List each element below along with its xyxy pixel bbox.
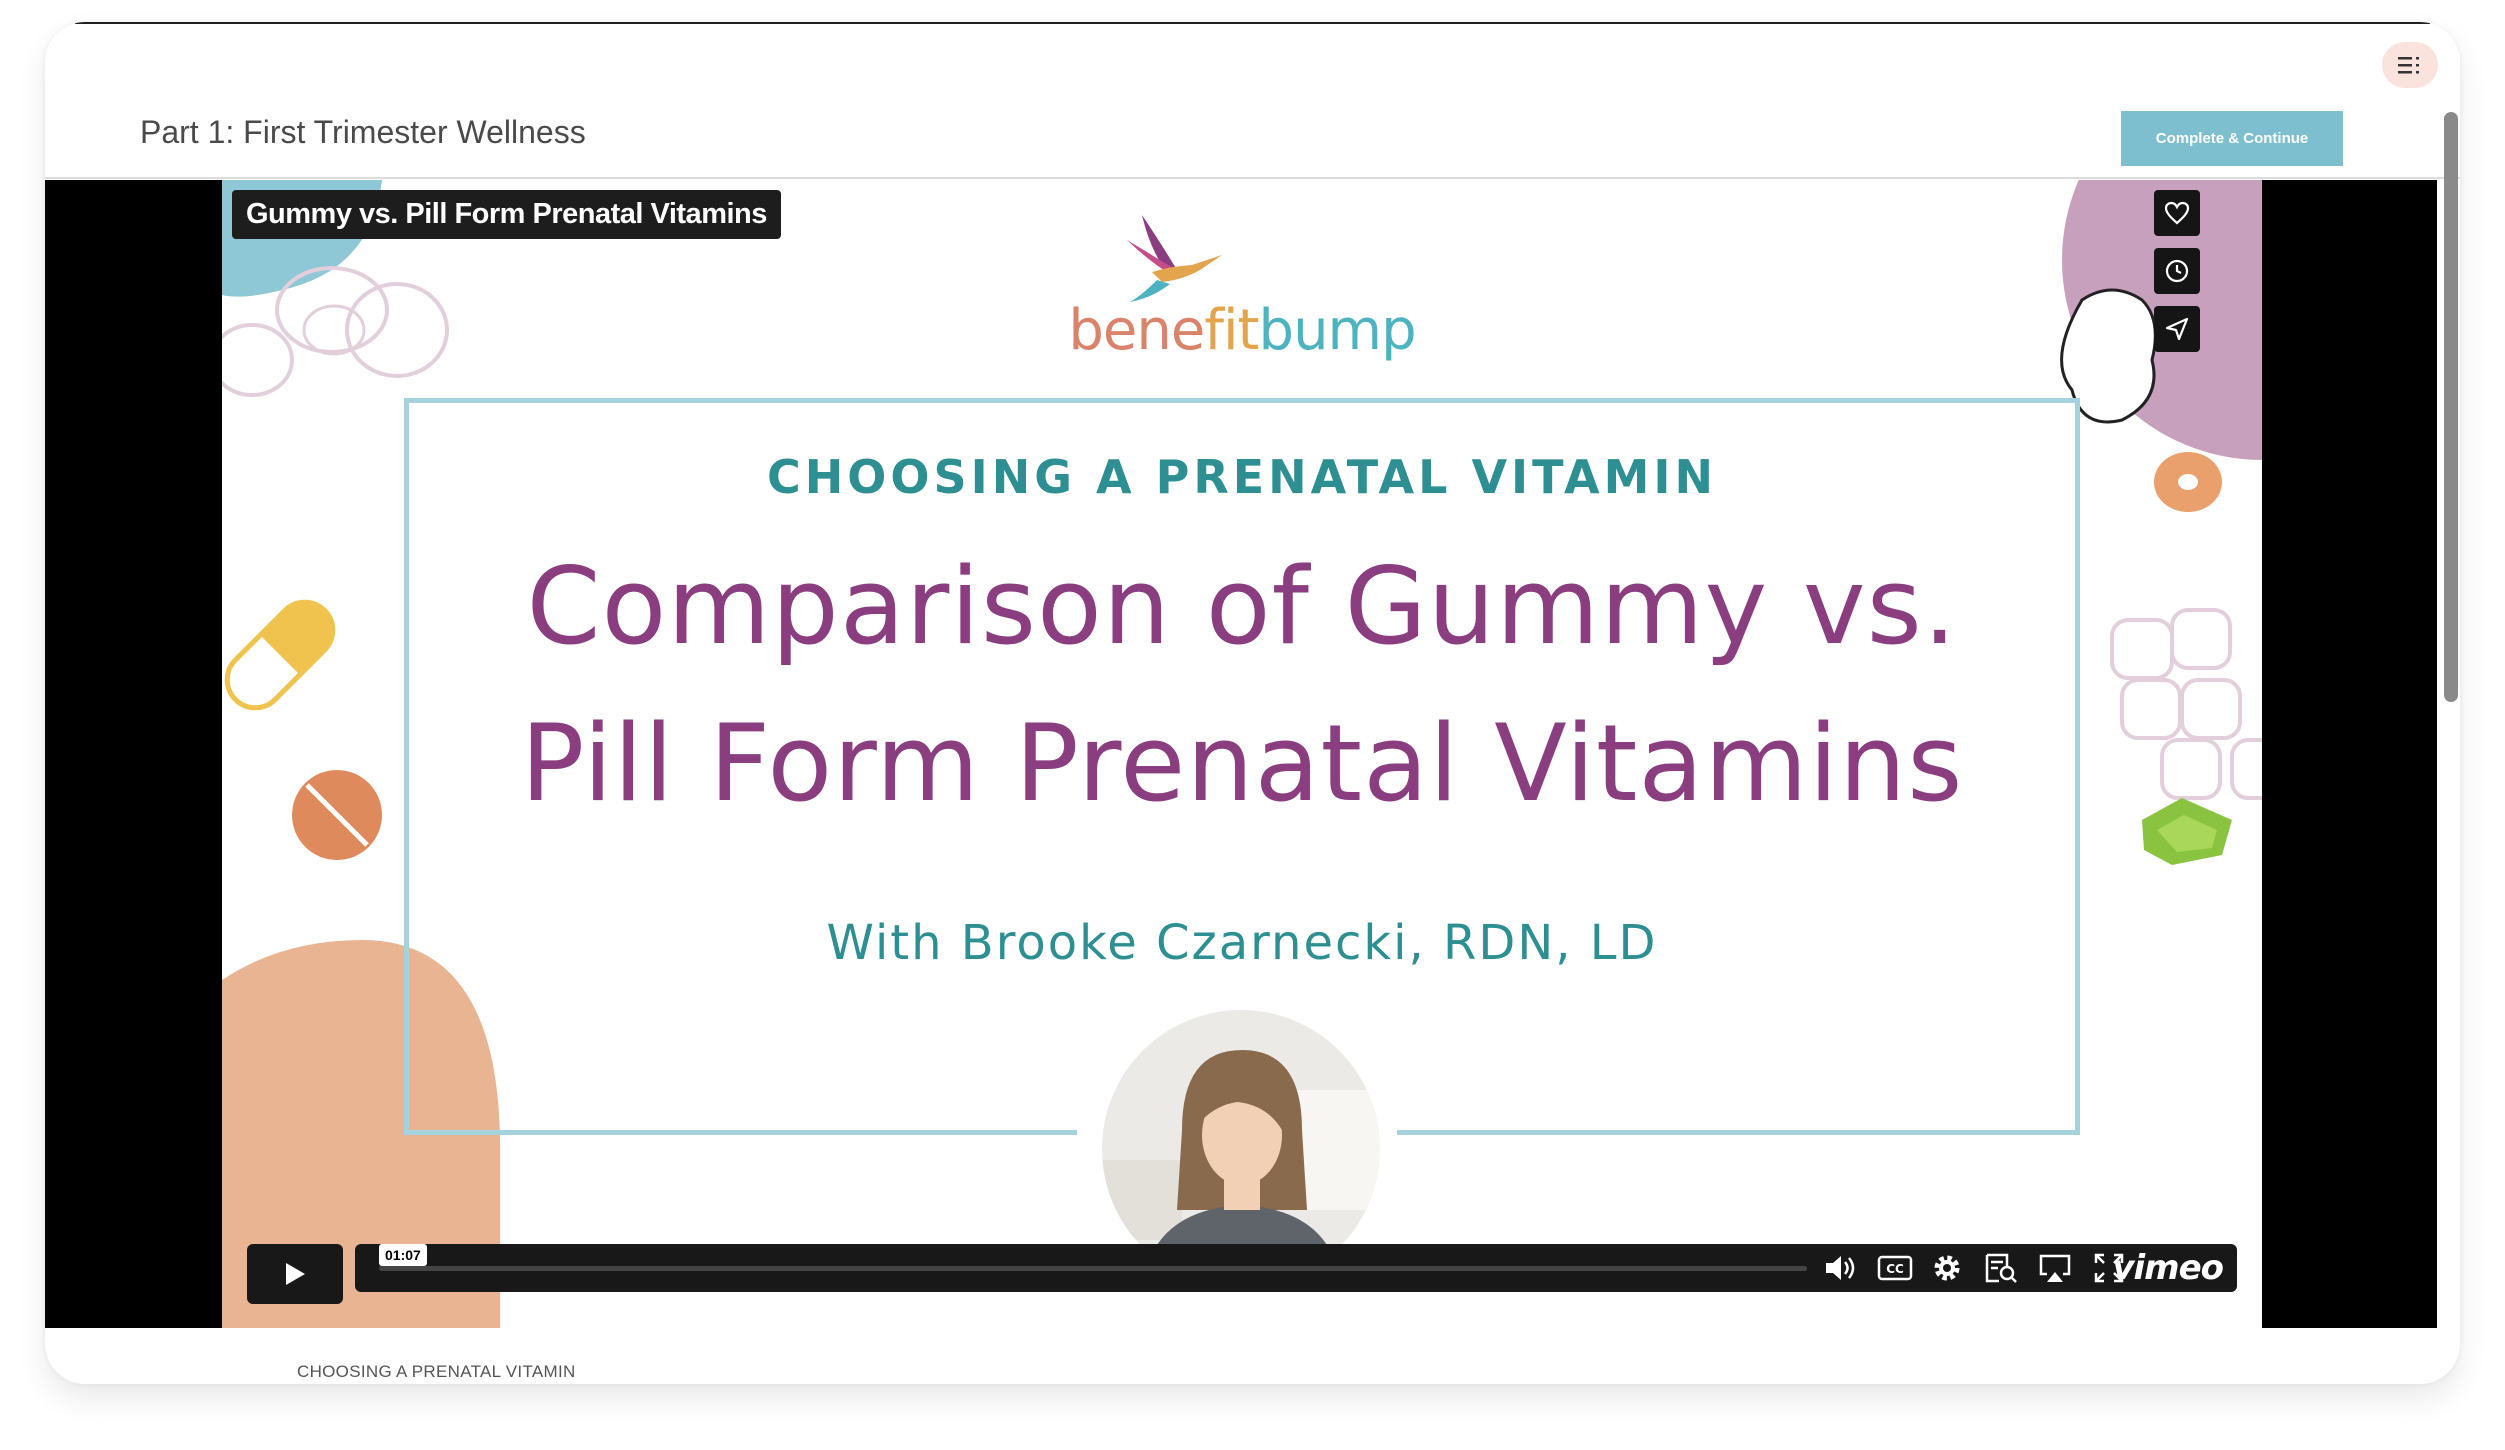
lesson-caption: CHOOSING A PRENATAL VITAMIN xyxy=(297,1362,576,1381)
brand-logo: benefitbump xyxy=(222,298,2262,363)
video-frame: Gummy vs. Pill Form Prenatal Vitamins be… xyxy=(222,180,2262,1328)
logo-part-bene: bene xyxy=(1068,298,1205,363)
slide-title-line2: Pill Form Prenatal Vitamins xyxy=(520,702,1964,825)
heart-icon xyxy=(2164,201,2190,225)
volume-icon xyxy=(1826,1256,1855,1280)
video-player[interactable]: Gummy vs. Pill Form Prenatal Vitamins be… xyxy=(45,180,2437,1328)
settings-icon xyxy=(1934,1255,1960,1281)
clock-icon xyxy=(2165,259,2189,283)
logo-part-fit: fit xyxy=(1204,298,1259,363)
time-indicator: 01:07 xyxy=(379,1244,427,1266)
play-icon xyxy=(286,1263,305,1285)
airplay-icon xyxy=(2039,1254,2071,1282)
progress-track[interactable]: 01:07 xyxy=(379,1244,1807,1271)
slide-title-line1: Comparison of Gummy vs. xyxy=(526,545,1958,668)
like-button[interactable] xyxy=(2154,190,2200,236)
page-title: Part 1: First Trimester Wellness xyxy=(140,114,586,150)
svg-text:CC: CC xyxy=(1886,1262,1904,1276)
transcript-icon xyxy=(1985,1253,2017,1283)
settings-button[interactable] xyxy=(1927,1250,1967,1286)
complete-continue-button[interactable]: Complete & Continue xyxy=(2121,111,2343,166)
cc-icon: CC xyxy=(1877,1255,1913,1281)
play-button[interactable] xyxy=(247,1244,343,1304)
video-title-overlay[interactable]: Gummy vs. Pill Form Prenatal Vitamins xyxy=(232,190,781,239)
airplay-button[interactable] xyxy=(2035,1250,2075,1286)
vimeo-logo[interactable]: vimeo xyxy=(2112,1248,2224,1288)
lesson-card: Part 1: First Trimester Wellness Complet… xyxy=(45,22,2460,1384)
captions-button[interactable]: CC xyxy=(1875,1250,1915,1286)
logo-part-bump: bump xyxy=(1258,298,1417,363)
top-border xyxy=(75,22,2430,24)
watch-later-button[interactable] xyxy=(2154,248,2200,294)
volume-button[interactable] xyxy=(1821,1250,1861,1286)
transcript-button[interactable] xyxy=(1981,1250,2021,1286)
scrollbar[interactable] xyxy=(2444,112,2458,702)
control-bar: 01:07 CC vimeo xyxy=(355,1244,2237,1292)
slide-kicker: CHOOSING A PRENATAL VITAMIN xyxy=(767,450,1717,504)
slide-byline: With Brooke Czarnecki, RDN, LD xyxy=(826,915,1658,971)
menu-button[interactable] xyxy=(2382,42,2438,88)
header-divider xyxy=(45,177,2460,179)
list-menu-icon xyxy=(2398,57,2419,74)
bird-logo-icon xyxy=(1127,215,1222,302)
player-controls: 01:07 CC vimeo xyxy=(247,1244,2237,1306)
